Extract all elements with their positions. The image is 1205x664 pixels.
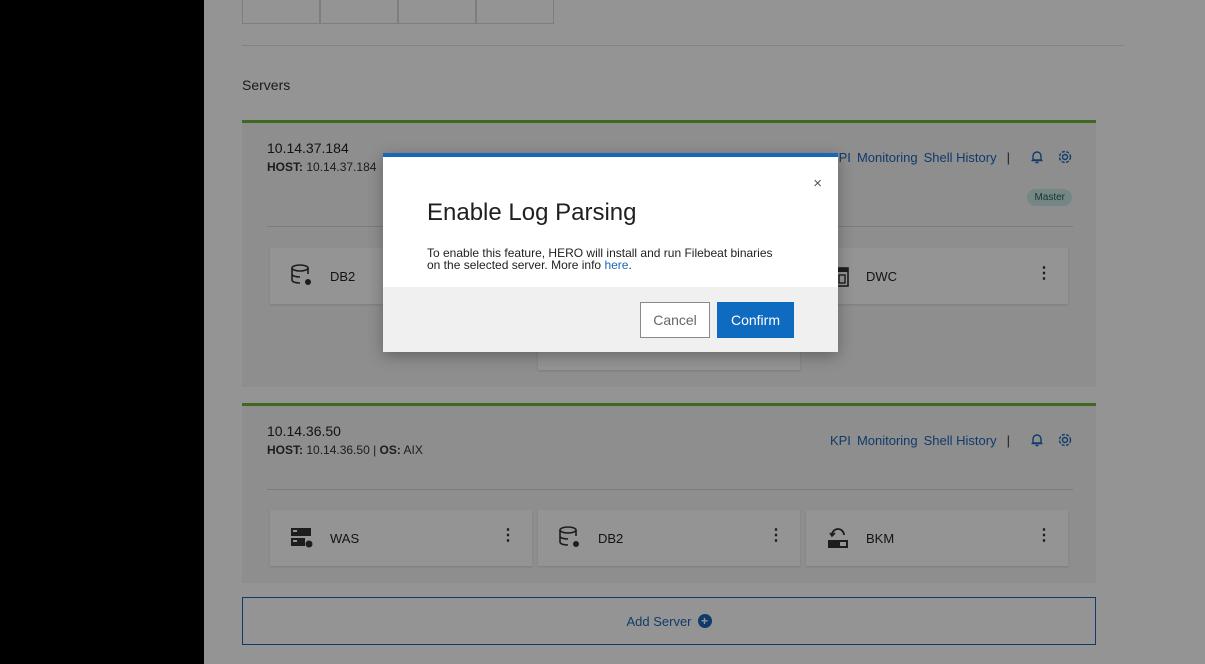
more-info-link[interactable]: here bbox=[604, 258, 628, 272]
dialog-body: To enable this feature, HERO will instal… bbox=[427, 247, 807, 271]
dialog-footer: Cancel Confirm bbox=[383, 287, 838, 352]
enable-log-parsing-dialog: × Enable Log Parsing To enable this feat… bbox=[383, 153, 838, 352]
close-icon[interactable]: × bbox=[813, 175, 822, 192]
confirm-button[interactable]: Confirm bbox=[717, 302, 794, 338]
dialog-body-period: . bbox=[628, 258, 632, 272]
dialog-body-text: on the selected server. More info bbox=[427, 258, 605, 272]
dialog-title: Enable Log Parsing bbox=[427, 199, 637, 226]
left-sidebar-blackout bbox=[0, 0, 204, 664]
dialog-body-line2: on the selected server. More info here. bbox=[427, 259, 807, 271]
cancel-button[interactable]: Cancel bbox=[640, 302, 710, 338]
